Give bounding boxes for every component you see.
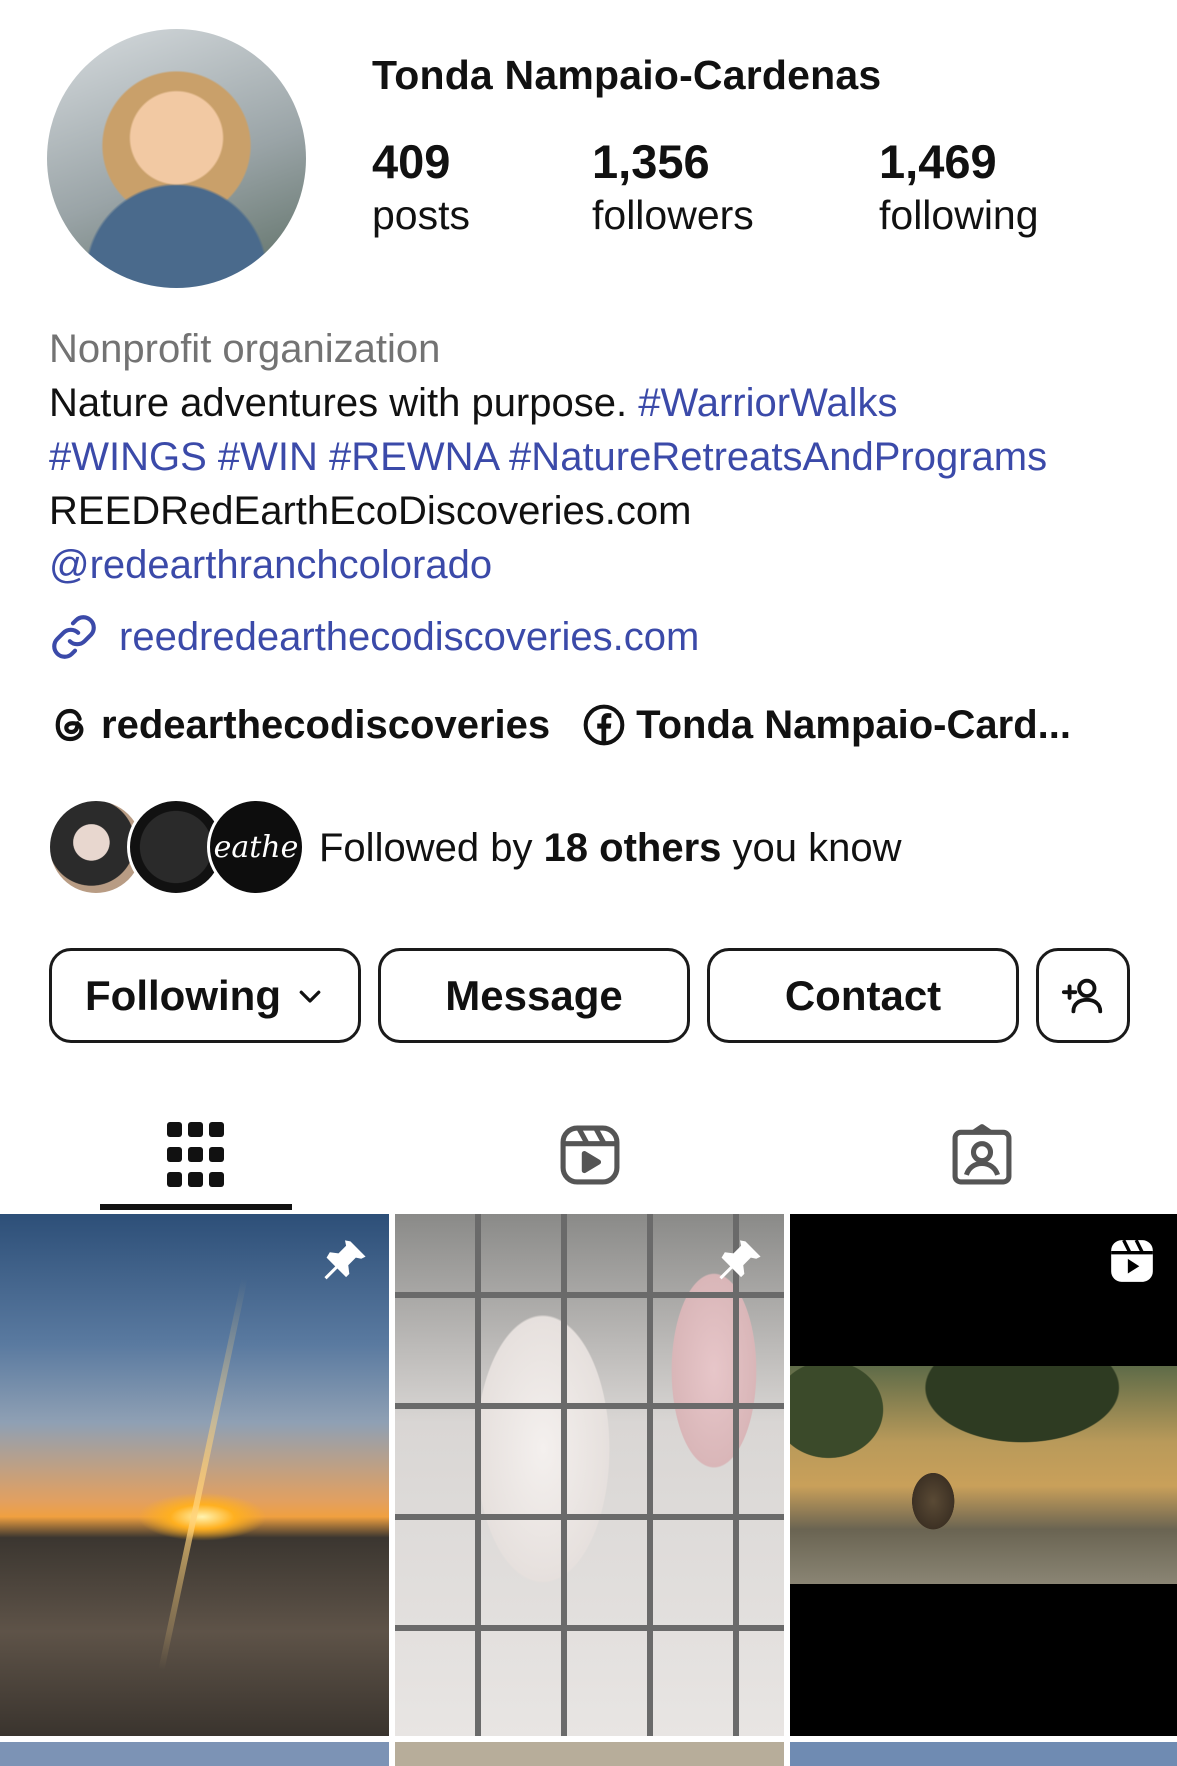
message-button-label: Message: [445, 971, 623, 1019]
following-button-label: Following: [85, 971, 281, 1019]
pin-icon: [324, 1240, 366, 1280]
posts-grid: [0, 1214, 1177, 1766]
profile-tabs: [0, 1100, 1177, 1210]
contact-button[interactable]: Contact: [707, 948, 1019, 1043]
tab-tagged[interactable]: [882, 1100, 1082, 1210]
threads-icon: [55, 708, 84, 742]
bio-text: Nature adventures with purpose.: [49, 381, 639, 425]
sun-ray: [158, 1277, 248, 1671]
facebook-link[interactable]: Tonda Nampaio-Card...: [582, 703, 1071, 748]
following-count: 1,469: [879, 135, 997, 188]
mutual-followers[interactable]: eathe Followed by 18 others you know: [47, 798, 902, 898]
mutual-prefix: Followed by: [319, 825, 544, 870]
message-button[interactable]: Message: [378, 948, 690, 1043]
reel-badge-icon: [1111, 1239, 1153, 1282]
reels-icon: [560, 1125, 620, 1185]
mutual-suffix: you know: [721, 825, 902, 870]
contact-button-label: Contact: [784, 971, 942, 1019]
external-link-text: reedredearthecodiscoveries.com: [119, 614, 700, 659]
following-stat[interactable]: 1,469 following: [879, 138, 1039, 236]
followers-count: 1,356: [592, 135, 710, 188]
facebook-icon: [583, 704, 625, 746]
profile-name: Tonda Nampaio-Cardenas: [372, 52, 882, 98]
profile-avatar[interactable]: [47, 29, 306, 288]
post-video-thumbnail: [790, 1366, 1177, 1584]
hashtag-link[interactable]: #WarriorWalks: [638, 381, 897, 425]
post-tile[interactable]: [0, 1214, 389, 1736]
bio-website-text: REEDRedEarthEcoDiscoveries.com: [49, 489, 692, 533]
threads-handle: redearthecodiscoveries: [101, 702, 551, 747]
following-label: following: [879, 192, 1039, 238]
suggested-users-button[interactable]: [1036, 948, 1130, 1043]
social-links: redearthecodiscoveries Tonda Nampaio-Car…: [49, 698, 1071, 752]
mutual-avatar-logo-text: eathe: [213, 829, 299, 865]
profile-category: Nonprofit organization: [49, 327, 441, 371]
posts-count: 409: [372, 135, 451, 188]
facebook-name: Tonda Nampaio-Card...: [636, 702, 1071, 747]
bio-hashtags[interactable]: #WINGS #WIN #REWNA #NatureRetreatsAndPro…: [49, 430, 1159, 484]
mutual-followers-text: Followed by 18 others you know: [319, 826, 902, 871]
tagged-icon: [952, 1124, 1012, 1185]
followers-label: followers: [592, 192, 754, 238]
chevron-down-icon: [299, 990, 321, 1003]
grid-icon: [167, 1122, 224, 1187]
following-button[interactable]: Following: [49, 948, 361, 1043]
active-tab-indicator: [100, 1204, 292, 1210]
posts-label: posts: [372, 192, 470, 238]
tab-posts-grid[interactable]: [96, 1100, 296, 1210]
post-tile[interactable]: [395, 1214, 784, 1736]
external-link[interactable]: reedredearthecodiscoveries.com: [49, 610, 699, 664]
mutual-count: 18 others: [543, 825, 722, 870]
posts-stat[interactable]: 409 posts: [372, 138, 470, 236]
link-icon: [52, 615, 96, 659]
mutual-avatar: eathe: [207, 798, 305, 896]
tab-reels[interactable]: [490, 1100, 690, 1210]
bio-mention-link[interactable]: @redearthranchcolorado: [49, 538, 1159, 592]
followers-stat[interactable]: 1,356 followers: [592, 138, 754, 236]
next-row-preview: [0, 1742, 1177, 1766]
bio-line-1: Nature adventures with purpose. #Warrior…: [49, 376, 1159, 430]
post-tile[interactable]: [790, 1214, 1177, 1736]
pin-icon: [719, 1240, 761, 1280]
threads-link[interactable]: redearthecodiscoveries: [49, 703, 550, 748]
mutual-avatars: eathe: [47, 798, 305, 898]
add-user-icon: [1061, 978, 1103, 1013]
